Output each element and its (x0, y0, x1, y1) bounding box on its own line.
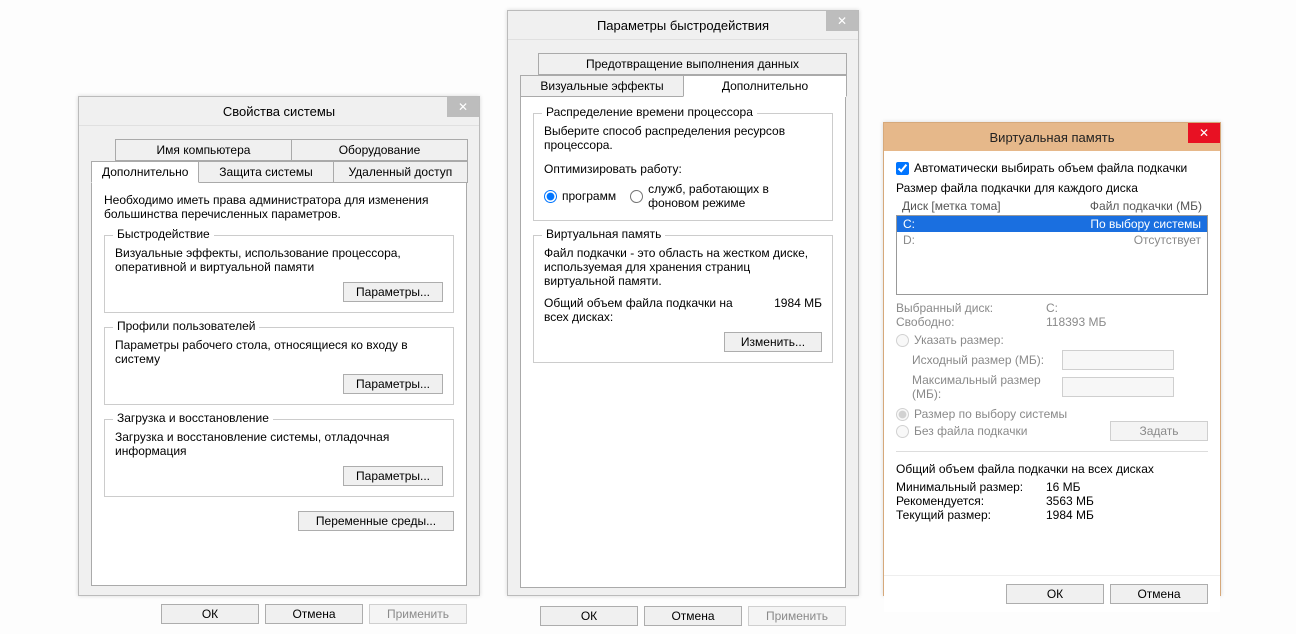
drive-value: Отсутствует (1051, 233, 1201, 247)
drive-letter: C: (903, 217, 1051, 231)
min-value: 16 МБ (1046, 480, 1081, 494)
intro-text: Необходимо иметь права администратора дл… (104, 193, 454, 221)
cur-label: Текущий размер: (896, 508, 1046, 522)
startup-recovery-group: Загрузка и восстановление Загрузка и вос… (104, 419, 454, 497)
col-drive: Диск [метка тома] (902, 199, 1052, 213)
system-properties-window: Свойства системы ✕ Имя компьютера Оборуд… (78, 96, 480, 596)
initial-size-input (1062, 350, 1174, 370)
group-legend: Профили пользователей (113, 319, 259, 333)
tab-content: Распределение времени процессора Выберит… (520, 96, 846, 588)
rec-value: 3563 МБ (1046, 494, 1094, 508)
cur-value: 1984 МБ (1046, 508, 1094, 522)
tab-dep[interactable]: Предотвращение выполнения данных (538, 53, 847, 75)
auto-manage-checkbox[interactable]: Автоматически выбирать объем файла подка… (896, 161, 1208, 175)
group-desc: Параметры рабочего стола, относящиеся ко… (115, 338, 443, 366)
rec-label: Рекомендуется: (896, 494, 1046, 508)
titlebar[interactable]: Виртуальная память ✕ (884, 123, 1220, 151)
change-button[interactable]: Изменить... (724, 332, 822, 352)
window-title: Свойства системы (223, 104, 335, 119)
optimize-label: Оптимизировать работу: (544, 162, 822, 176)
initial-size-label: Исходный размер (МБ): (912, 353, 1062, 367)
min-label: Минимальный размер: (896, 480, 1046, 494)
group-desc: Загрузка и восстановление системы, отлад… (115, 430, 443, 458)
radio-no-paging: Без файла подкачки (896, 424, 1027, 438)
selected-drive-label: Выбранный диск: (896, 301, 1046, 315)
user-profiles-group: Профили пользователей Параметры рабочего… (104, 327, 454, 405)
drive-letter: D: (903, 233, 1051, 247)
performance-settings-button[interactable]: Параметры... (343, 282, 443, 302)
cancel-button[interactable]: Отмена (1110, 584, 1208, 604)
processor-scheduling-group: Распределение времени процессора Выберит… (533, 113, 833, 221)
radio-programs[interactable]: программ (544, 189, 616, 203)
group-desc: Визуальные эффекты, использование процес… (115, 246, 443, 274)
radio-custom-size: Указать размер: (896, 333, 1208, 347)
startup-settings-button[interactable]: Параметры... (343, 466, 443, 486)
max-size-input (1062, 377, 1174, 397)
tab-advanced[interactable]: Дополнительно (91, 161, 199, 183)
cancel-button[interactable]: Отмена (644, 606, 742, 626)
profiles-settings-button[interactable]: Параметры... (343, 374, 443, 394)
virtual-memory-group: Виртуальная память Файл подкачки - это о… (533, 235, 833, 363)
list-item[interactable]: C: По выбору системы (897, 216, 1207, 232)
ok-button[interactable]: ОК (540, 606, 638, 626)
ok-button[interactable]: ОК (161, 604, 259, 624)
window-title: Виртуальная память (990, 130, 1115, 145)
selected-drive-value: C: (1046, 301, 1058, 315)
titlebar[interactable]: Свойства системы ✕ (79, 97, 479, 126)
summary-header: Общий объем файла подкачки на всех диска… (896, 462, 1208, 476)
list-item[interactable]: D: Отсутствует (897, 232, 1207, 248)
radio-label: программ (562, 189, 616, 203)
env-vars-button[interactable]: Переменные среды... (298, 511, 454, 531)
virtual-memory-window: Виртуальная память ✕ Автоматически выбир… (883, 122, 1221, 596)
radio-label: служб, работающих в фоновом режиме (648, 182, 822, 210)
tab-hardware[interactable]: Оборудование (291, 139, 468, 161)
group-legend: Распределение времени процессора (542, 105, 757, 119)
group-desc: Файл подкачки - это область на жестком д… (544, 246, 822, 288)
set-button: Задать (1110, 421, 1208, 441)
cancel-button[interactable]: Отмена (265, 604, 363, 624)
tab-computer-name[interactable]: Имя компьютера (115, 139, 292, 161)
tab-content: Необходимо иметь права администратора дл… (91, 182, 467, 586)
tab-remote[interactable]: Удаленный доступ (333, 161, 468, 183)
performance-options-window: Параметры быстродействия ✕ Предотвращени… (507, 10, 859, 596)
drive-value: По выбору системы (1051, 217, 1201, 231)
tab-advanced2[interactable]: Дополнительно (683, 75, 847, 97)
close-icon[interactable]: ✕ (826, 11, 858, 31)
free-space-value: 118393 МБ (1046, 315, 1106, 329)
group-legend: Загрузка и восстановление (113, 411, 273, 425)
titlebar[interactable]: Параметры быстродействия ✕ (508, 11, 858, 40)
performance-group: Быстродействие Визуальные эффекты, испол… (104, 235, 454, 313)
section-header: Размер файла подкачки для каждого диска (896, 181, 1208, 195)
apply-button[interactable]: Применить (748, 606, 846, 626)
apply-button[interactable]: Применить (369, 604, 467, 624)
radio-services[interactable]: служб, работающих в фоновом режиме (630, 182, 822, 210)
total-value: 1984 МБ (774, 296, 822, 324)
drive-listbox[interactable]: C: По выбору системы D: Отсутствует (896, 215, 1208, 295)
group-desc: Выберите способ распределения ресурсов п… (544, 124, 822, 152)
group-legend: Быстродействие (113, 227, 214, 241)
group-legend: Виртуальная память (542, 227, 665, 241)
max-size-label: Максимальный размер (МБ): (912, 373, 1062, 401)
window-title: Параметры быстродействия (597, 18, 769, 33)
total-label: Общий объем файла подкачки на всех диска… (544, 296, 744, 324)
free-space-label: Свободно: (896, 315, 1046, 329)
ok-button[interactable]: ОК (1006, 584, 1104, 604)
radio-label: Без файла подкачки (914, 424, 1027, 438)
tab-system-protection[interactable]: Защита системы (198, 161, 333, 183)
radio-label: Указать размер: (914, 333, 1004, 347)
close-icon[interactable]: ✕ (447, 97, 479, 117)
radio-label: Размер по выбору системы (914, 407, 1067, 421)
tab-visual-effects[interactable]: Визуальные эффекты (520, 75, 684, 97)
close-icon[interactable]: ✕ (1188, 123, 1220, 143)
radio-system-managed: Размер по выбору системы (896, 407, 1208, 421)
checkbox-label: Автоматически выбирать объем файла подка… (914, 161, 1187, 175)
col-pagefile: Файл подкачки (МБ) (1052, 199, 1202, 213)
